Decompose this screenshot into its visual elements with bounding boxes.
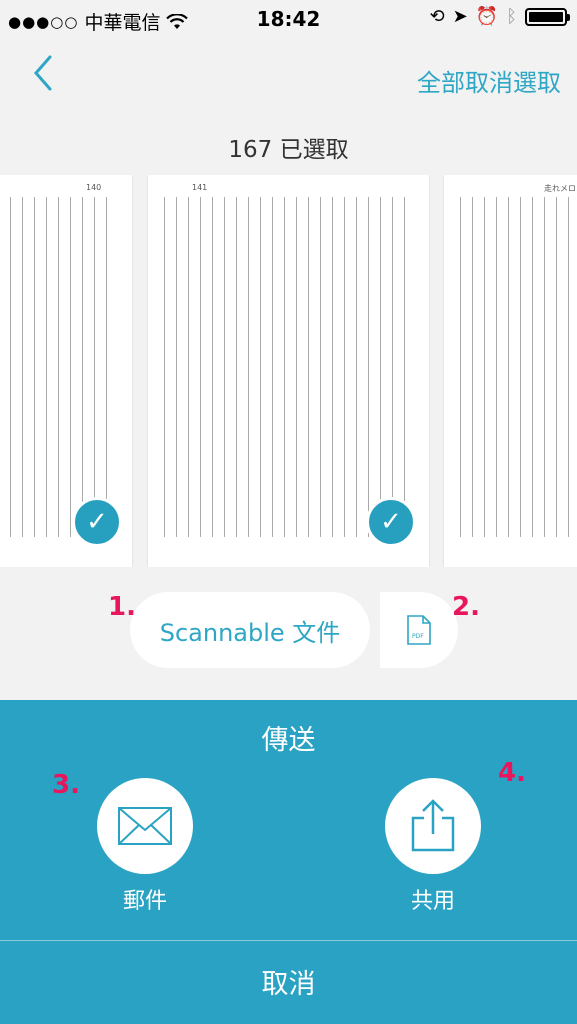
scannable-document-option[interactable]: Scannable 文件: [130, 592, 370, 668]
annotation-number: 4.: [498, 758, 526, 788]
page-text-lines: [460, 197, 577, 537]
page-thumbnail[interactable]: 走れメロス: [444, 175, 577, 567]
deselect-all-button[interactable]: 全部取消選取: [417, 63, 561, 98]
status-bar: ●●●○○ 中華電信 18:42 ⟲ ➤ ⏰ ᛒ: [0, 0, 577, 38]
cancel-button[interactable]: 取消: [0, 962, 577, 1001]
page-header: 141: [192, 183, 208, 192]
mail-button[interactable]: [97, 778, 193, 874]
share-panel-title: 傳送: [261, 725, 316, 756]
pdf-option[interactable]: PDF: [380, 592, 458, 668]
page-text-lines: [164, 197, 413, 537]
battery-icon: [525, 7, 570, 26]
rotation-lock-icon: ⟲: [429, 6, 445, 27]
divider: [0, 940, 577, 941]
page-header: 140: [86, 183, 102, 192]
envelope-icon: [118, 807, 172, 845]
page-header: 走れメロス: [544, 184, 577, 193]
share-label: 共用: [410, 889, 455, 914]
page-carousel[interactable]: 140 ✓ 141 ✓ 走れメロス: [0, 175, 577, 567]
scannable-label: Scannable 文件: [159, 618, 341, 647]
selection-count: 167 已選取: [228, 137, 349, 163]
alarm-icon: ⏰: [475, 6, 499, 27]
page-text-lines: [0, 197, 116, 537]
bluetooth-icon: ᛒ: [506, 6, 517, 27]
selected-checkmark-icon[interactable]: ✓: [72, 497, 122, 547]
share-button[interactable]: [385, 778, 481, 874]
share-icon: [411, 799, 455, 852]
location-icon: ➤: [452, 6, 468, 27]
mail-label: 郵件: [122, 889, 167, 914]
pdf-file-icon: PDF: [407, 615, 431, 645]
selected-checkmark-icon[interactable]: ✓: [366, 497, 416, 547]
share-panel: 傳送 3. 郵件 4. 共用 取消: [0, 700, 577, 1024]
status-icons: ⟲ ➤ ⏰ ᛒ: [429, 6, 570, 27]
svg-text:PDF: PDF: [412, 633, 424, 640]
chevron-left-icon[interactable]: [30, 53, 54, 100]
nav-bar: 全部取消選取: [0, 45, 577, 107]
annotation-number: 2.: [452, 592, 480, 622]
annotation-number: 3.: [52, 770, 80, 800]
